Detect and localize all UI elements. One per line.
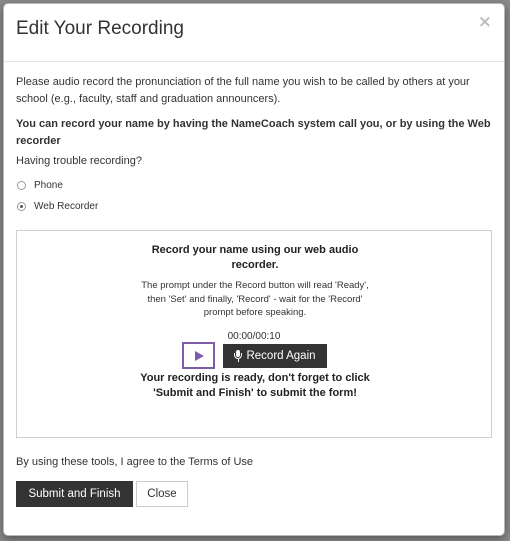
modal-header: Edit Your Recording × — [4, 4, 504, 62]
submit-and-finish-button[interactable]: Submit and Finish — [16, 481, 133, 507]
radio-phone-label: Phone — [34, 180, 63, 191]
edit-recording-modal: Edit Your Recording × Please audio recor… — [3, 3, 505, 536]
close-button[interactable]: Close — [136, 481, 188, 507]
close-icon[interactable]: × — [478, 12, 492, 32]
record-again-label: Record Again — [246, 350, 316, 362]
radio-phone-circle[interactable] — [17, 181, 26, 190]
web-recorder-panel: Record your name using our web audio rec… — [16, 230, 492, 438]
recorder-prompt: The prompt under the Record button will … — [141, 280, 369, 318]
terms-text: By using these tools, I agree to the Ter… — [16, 456, 254, 468]
trouble-text: Having trouble recording? — [16, 155, 142, 167]
play-icon — [195, 351, 204, 361]
radio-web-recorder[interactable]: Web Recorder — [16, 198, 492, 215]
play-button[interactable] — [182, 342, 215, 369]
modal-body: Please audio record the pronunciation of… — [16, 74, 492, 215]
intro-text: Please audio record the pronunciation of… — [16, 76, 470, 105]
recording-ready-message: Your recording is ready, don't forget to… — [140, 372, 370, 399]
modal-title: Edit Your Recording — [16, 18, 184, 39]
recorder-title: Record your name using our web audio rec… — [151, 244, 359, 271]
options-heading: You can record your name by having the N… — [16, 118, 491, 147]
radio-phone[interactable]: Phone — [16, 177, 492, 194]
record-again-button[interactable]: Record Again — [223, 344, 327, 368]
microphone-icon — [234, 350, 243, 362]
recording-timer: 00:00/00:10 — [227, 331, 281, 342]
radio-web-recorder-label: Web Recorder — [34, 201, 99, 212]
radio-web-recorder-circle[interactable] — [17, 202, 26, 211]
